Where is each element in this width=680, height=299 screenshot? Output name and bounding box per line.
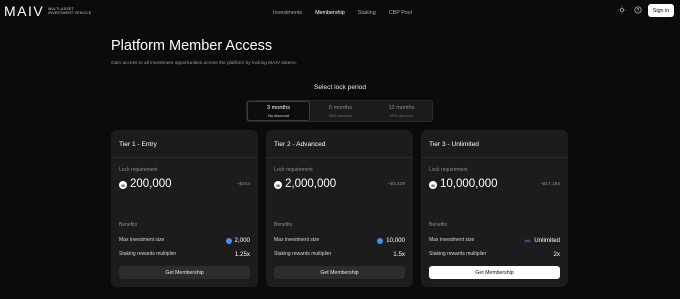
lock-amount: 200,000 xyxy=(130,178,172,190)
tier-title: Tier 1 - Entry xyxy=(119,141,157,148)
max-investment-amount: Unlimited xyxy=(534,237,560,244)
lock-period-selector: 3 months No discount 6 months 25% discou… xyxy=(246,100,433,122)
coin-icon xyxy=(225,237,232,244)
lock-option-discount: No discount xyxy=(267,112,290,118)
lock-requirement-label: Lock requirement xyxy=(429,167,468,173)
coin-icon xyxy=(377,237,384,244)
tier-card-entry: Tier 1 - Entry Lock requirement M 200,00… xyxy=(111,130,258,287)
logo-tagline: MULTI-ASSET INVESTMENT VEHICLE xyxy=(48,7,91,16)
get-membership-button[interactable]: Get Membership xyxy=(429,266,560,279)
max-investment-label: Max investment size xyxy=(429,237,475,243)
help-icon[interactable] xyxy=(634,6,642,14)
logo-tagline-line-1: MULTI-ASSET xyxy=(48,6,74,11)
card-divider xyxy=(266,157,413,158)
usd-value: ~$344 xyxy=(236,182,250,187)
staking-multiplier-label: Staking rewards multiplier xyxy=(274,251,332,257)
get-membership-button[interactable]: Get Membership xyxy=(274,266,405,279)
lock-option-3-months[interactable]: 3 months No discount xyxy=(247,101,310,121)
benefits-label: Benefits xyxy=(274,222,293,228)
max-investment-amount: 10,000 xyxy=(386,237,405,244)
lock-amount: 2,000,000 xyxy=(285,178,337,190)
nav-membership[interactable]: Membership xyxy=(315,10,345,16)
maiv-token-icon: M xyxy=(274,181,282,189)
maiv-logo[interactable]: MAIV MULTI-ASSET INVESTMENT VEHICLE xyxy=(4,3,91,19)
card-divider xyxy=(421,157,568,158)
lock-amount: 10,000,000 xyxy=(440,178,498,190)
sign-in-button[interactable]: Sign in xyxy=(648,4,674,17)
benefits-label: Benefits xyxy=(119,222,138,228)
lock-option-title: 6 months xyxy=(328,104,352,111)
staking-multiplier-value: 1.25x xyxy=(234,251,250,258)
logo-tagline-line-2: INVESTMENT VEHICLE xyxy=(48,11,92,15)
tier-title: Tier 2 - Advanced xyxy=(274,141,326,148)
logo-wordmark: MAIV xyxy=(4,3,45,19)
max-investment-amount: 2,000 xyxy=(234,237,250,244)
maiv-token-icon: M xyxy=(119,181,127,189)
staking-multiplier-value: 1.5x xyxy=(393,251,405,258)
max-investment-value: 10,000 xyxy=(377,237,405,244)
infinity-icon xyxy=(524,239,531,242)
lock-requirement-label: Lock requirement xyxy=(119,167,158,173)
benefits-label: Benefits xyxy=(429,222,448,228)
lock-option-discount: 50% discount xyxy=(389,112,414,118)
main-nav: Investments Membership Staking CBP Pool xyxy=(273,10,425,16)
max-investment-label: Max investment size xyxy=(274,237,320,243)
lock-option-12-months[interactable]: 12 months 50% discount xyxy=(371,101,432,121)
top-bar: MAIV MULTI-ASSET INVESTMENT VEHICLE Inve… xyxy=(0,0,680,24)
max-investment-label: Max investment size xyxy=(119,237,165,243)
card-divider xyxy=(111,157,258,158)
staking-multiplier-label: Staking rewards multiplier xyxy=(429,251,487,257)
staking-multiplier-value: 2x xyxy=(553,251,560,258)
max-investment-value: Unlimited xyxy=(524,237,560,244)
nav-investments[interactable]: Investments xyxy=(273,10,302,16)
lock-option-discount: 25% discount xyxy=(328,112,353,118)
lock-option-6-months[interactable]: 6 months 25% discount xyxy=(310,101,371,121)
page-subtitle: Gain access to all investment opportunit… xyxy=(111,61,297,66)
get-membership-button[interactable]: Get Membership xyxy=(119,266,250,279)
maiv-token-icon: M xyxy=(429,181,437,189)
sun-icon[interactable] xyxy=(618,6,626,14)
lock-period-label: Select lock period xyxy=(313,84,367,91)
tier-card-unlimited: Tier 3 - Unlimited Lock requirement M 10… xyxy=(421,130,568,287)
tier-card-advanced: Tier 2 - Advanced Lock requirement M 2,0… xyxy=(266,130,413,287)
page-title: Platform Member Access xyxy=(111,38,273,54)
nav-staking[interactable]: Staking xyxy=(358,10,376,16)
lock-option-title: 3 months xyxy=(266,104,290,111)
usd-value: ~$17,194 xyxy=(539,182,560,187)
staking-multiplier-label: Staking rewards multiplier xyxy=(119,251,177,257)
max-investment-value: 2,000 xyxy=(225,237,250,244)
tier-title: Tier 3 - Unlimited xyxy=(429,141,479,148)
lock-requirement-label: Lock requirement xyxy=(274,167,313,173)
usd-value: ~$3,439 xyxy=(387,182,405,187)
lock-option-title: 12 months xyxy=(388,104,415,111)
nav-cbp-pool[interactable]: CBP Pool xyxy=(389,10,412,16)
